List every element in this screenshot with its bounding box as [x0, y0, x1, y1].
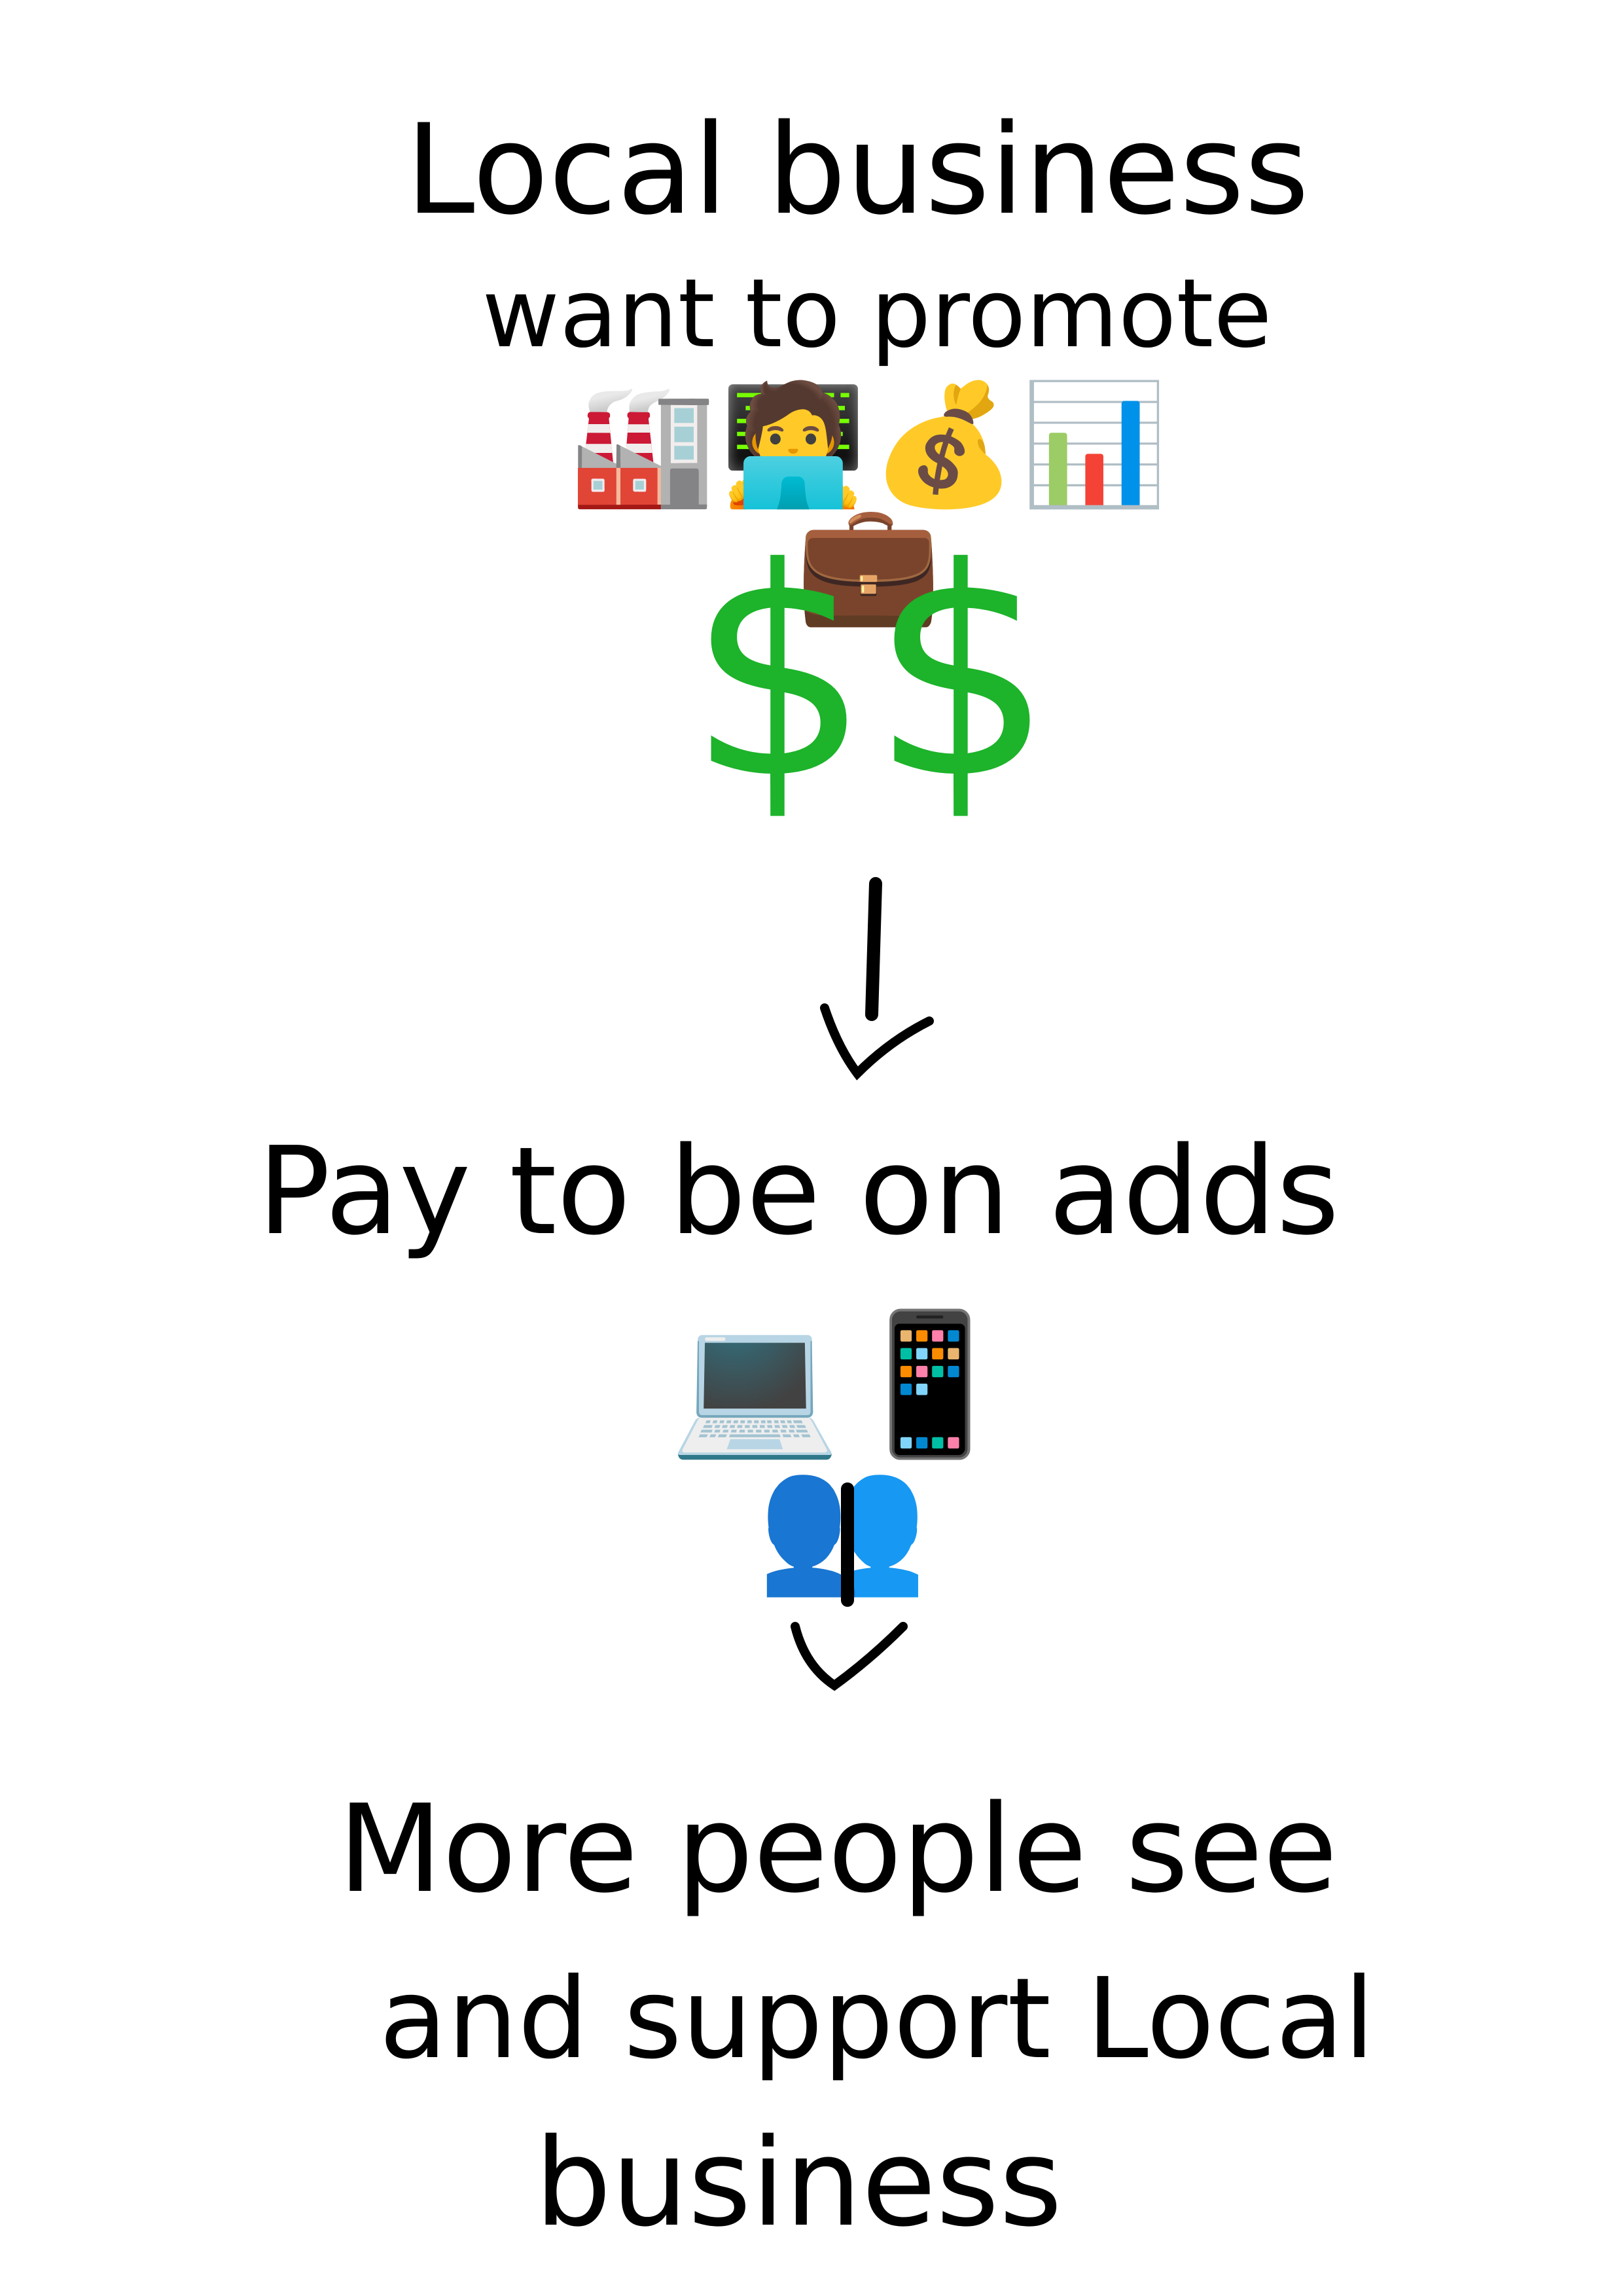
subheading-want-to-promote: want to promote — [482, 259, 1272, 369]
money-dollar-signs: $$ — [687, 507, 1054, 842]
arrow-down-1-icon — [820, 877, 934, 1081]
result-line-3: business — [534, 2112, 1063, 2253]
arrow-down-2-icon — [791, 1482, 908, 1691]
heading-pay-to-be-on-adds: Pay to be on adds — [257, 1121, 1340, 1262]
result-line-1: More people see — [338, 1778, 1338, 1920]
heading-local-business: Local business — [405, 98, 1310, 242]
result-line-2: and support Local — [379, 1954, 1375, 2084]
